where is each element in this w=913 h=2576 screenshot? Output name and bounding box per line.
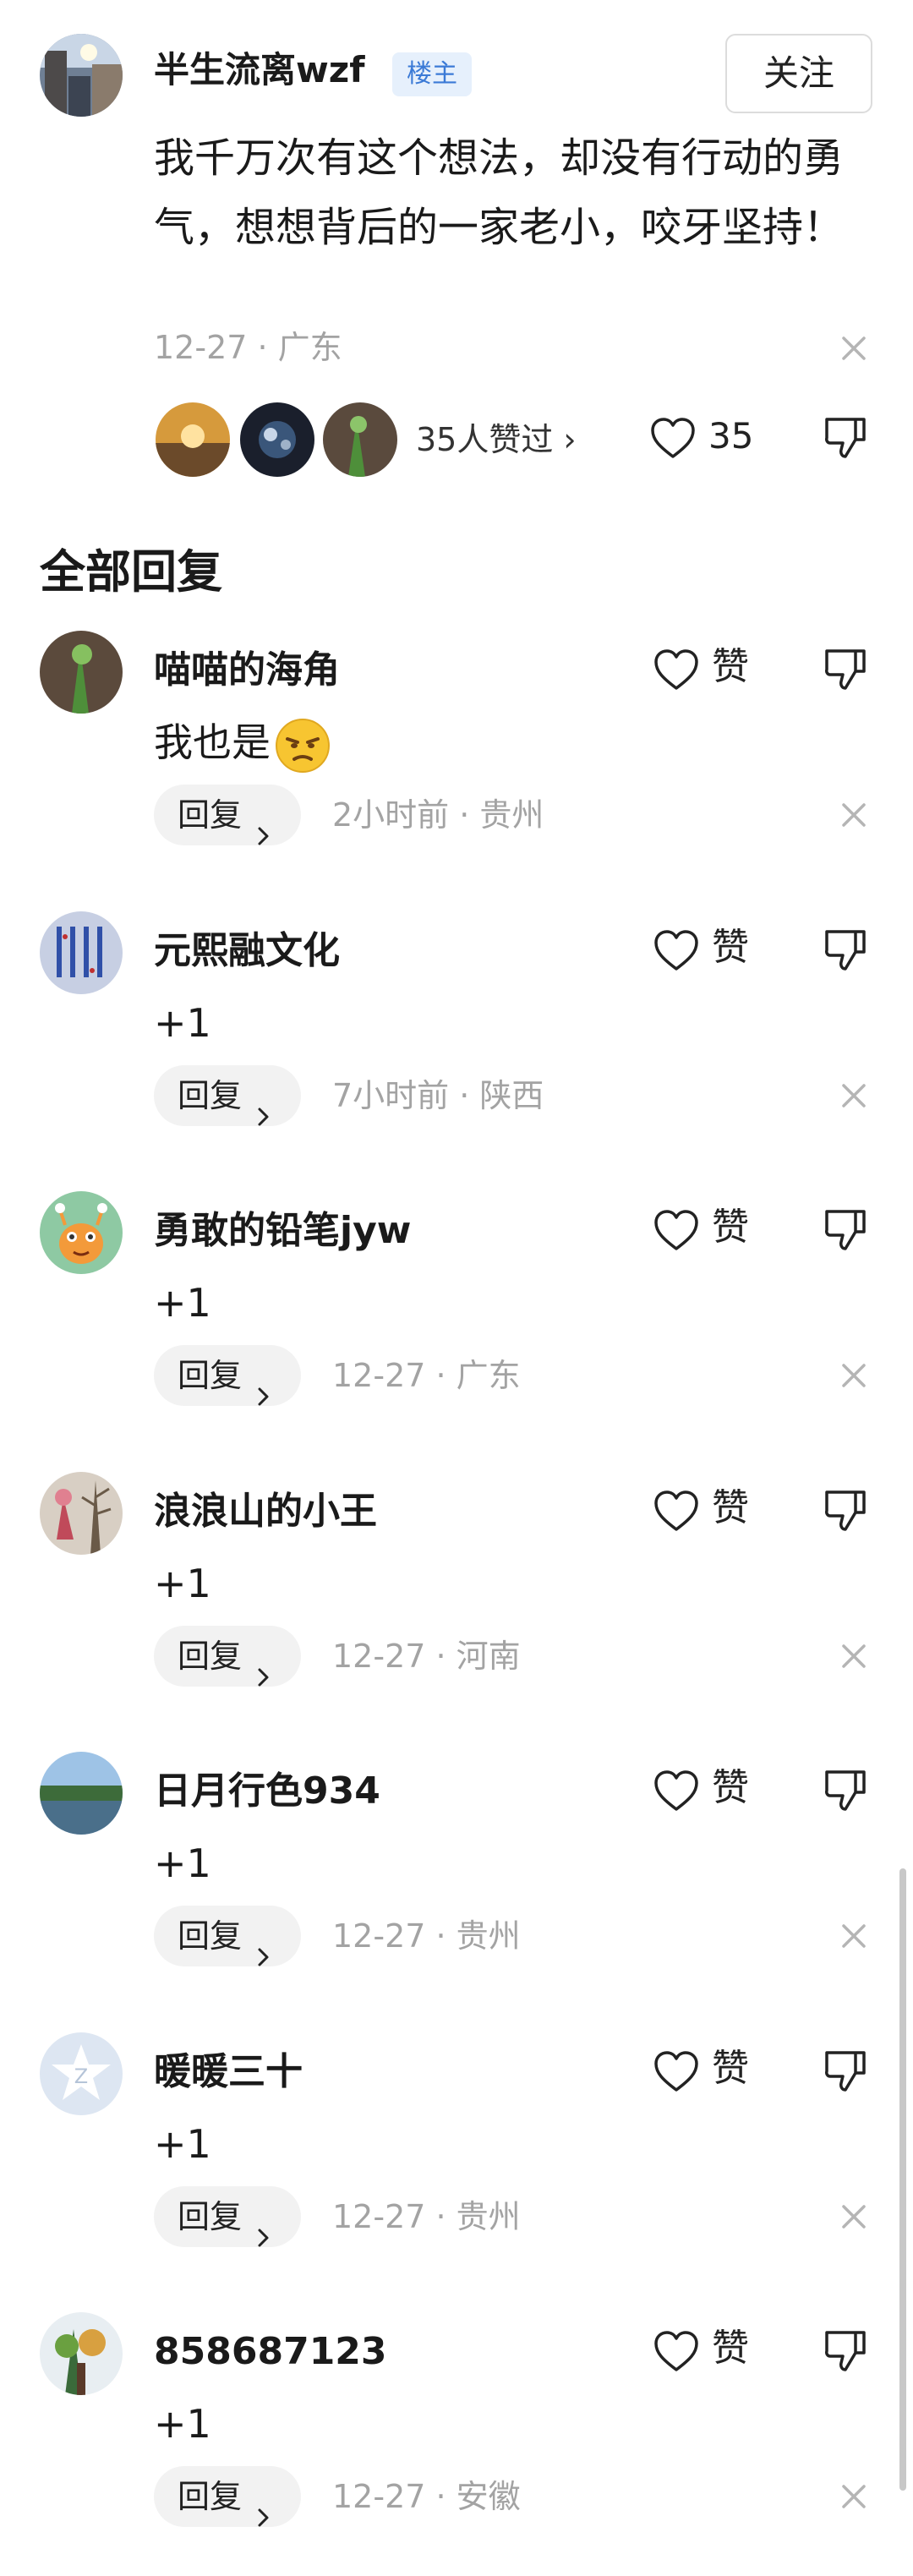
- op-badge: 楼主: [392, 52, 472, 96]
- reply-text: +1: [154, 1280, 211, 1326]
- reply-meta: 12-27 · 安徽: [332, 2478, 521, 2515]
- reply-item: Z 暖暖三十 赞 +1 回复 12-27 · 贵州: [0, 2032, 913, 2296]
- reply-avatar[interactable]: Z: [40, 2032, 123, 2115]
- reply-author-name[interactable]: 元熙融文化: [154, 927, 340, 976]
- reply-meta: 12-27 · 广东: [332, 1357, 521, 1394]
- chevron-right-icon: [257, 2486, 271, 2527]
- reply-author-name[interactable]: 喵喵的海角: [154, 646, 340, 695]
- reply-button[interactable]: 回复: [154, 785, 301, 845]
- reply-meta: 12-27 · 贵州: [332, 2198, 521, 2235]
- heart-icon[interactable]: [649, 416, 697, 460]
- reply-meta: 7小时前 · 陕西: [332, 1077, 544, 1114]
- reply-item: 喵喵的海角 赞我也是回复 2小时前 · 贵州: [0, 631, 913, 894]
- reply-button[interactable]: 回复: [154, 1065, 301, 1126]
- liker-avatar: [321, 401, 399, 479]
- thumbs-down-icon[interactable]: [822, 414, 869, 462]
- reply-text: +1: [154, 1000, 211, 1046]
- reply-author-name[interactable]: 暖暖三十: [154, 2048, 303, 2097]
- heart-icon[interactable]: [653, 1489, 700, 1533]
- reply-text: +1: [154, 1840, 211, 1886]
- reply-author-name[interactable]: 日月行色934: [154, 1767, 380, 1816]
- chevron-right-icon: [257, 1086, 271, 1126]
- reply-author-name[interactable]: 858687123: [154, 2327, 387, 2376]
- thumbs-down-icon[interactable]: [822, 2327, 869, 2375]
- reply-meta: 12-27 · 河南: [332, 1638, 521, 1675]
- heart-icon[interactable]: [653, 1769, 700, 1813]
- reply-item: 日月行色934 赞 +1 回复 12-27 · 贵州: [0, 1752, 913, 2015]
- close-icon[interactable]: [839, 1921, 869, 1951]
- reply-avatar[interactable]: [40, 1191, 123, 1274]
- reply-item: 勇敢的铅笔jyw 赞 +1 回复 12-27 · 广东: [0, 1191, 913, 1455]
- reply-avatar[interactable]: [40, 911, 123, 994]
- reply-meta: 2小时前 · 贵州: [332, 796, 544, 834]
- reply-text: 我也是: [154, 715, 331, 774]
- reply-author-name[interactable]: 浪浪山的小王: [154, 1487, 377, 1536]
- reply-meta: 12-27 · 贵州: [332, 1917, 521, 1955]
- post-text: 我千万次有这个想法，却没有行动的勇气，想想背后的一家老小，咬牙坚持！: [154, 134, 845, 251]
- like-label[interactable]: 赞: [712, 923, 749, 972]
- close-icon[interactable]: [839, 800, 869, 830]
- reply-author-name[interactable]: 勇敢的铅笔jyw: [154, 1206, 411, 1255]
- like-count: 35: [708, 415, 754, 457]
- all-replies-title: 全部回复: [40, 545, 222, 599]
- likers-avatars[interactable]: [154, 401, 399, 479]
- heart-icon[interactable]: [653, 2049, 700, 2093]
- chevron-right-icon: [257, 805, 271, 845]
- thumbs-down-icon[interactable]: [822, 927, 869, 974]
- close-icon[interactable]: [839, 1080, 869, 1111]
- reply-button[interactable]: 回复: [154, 2186, 301, 2247]
- thumbs-down-icon[interactable]: [822, 1206, 869, 1254]
- like-label[interactable]: 赞: [712, 1203, 749, 1252]
- reply-button[interactable]: 回复: [154, 1906, 301, 1966]
- like-label[interactable]: 赞: [712, 1484, 749, 1533]
- chevron-right-icon: [257, 1926, 271, 1966]
- reply-avatar[interactable]: [40, 1752, 123, 1835]
- reply-avatar[interactable]: [40, 631, 123, 714]
- post-author-name[interactable]: 半生流离wzf: [154, 46, 365, 94]
- close-icon[interactable]: [839, 1641, 869, 1671]
- liker-avatar: [238, 401, 316, 479]
- close-icon[interactable]: [839, 1360, 869, 1391]
- chevron-right-icon: [257, 2207, 271, 2247]
- post-author-avatar[interactable]: [40, 34, 123, 117]
- thumbs-down-icon[interactable]: [822, 1487, 869, 1534]
- reply-item: 浪浪山的小王 赞 +1 回复 12-27 · 河南: [0, 1472, 913, 1736]
- reply-avatar[interactable]: [40, 2312, 123, 2395]
- reply-avatar[interactable]: [40, 1472, 123, 1555]
- reply-button[interactable]: 回复: [154, 1345, 301, 1406]
- close-icon[interactable]: [837, 331, 871, 365]
- like-label[interactable]: 赞: [712, 2044, 749, 2093]
- reply-button[interactable]: 回复: [154, 1626, 301, 1687]
- reply-text: +1: [154, 1561, 211, 1606]
- post-meta: 12-27 · 广东: [154, 329, 342, 366]
- like-label[interactable]: 赞: [712, 643, 749, 692]
- liker-avatar: [154, 401, 232, 479]
- thumbs-down-icon[interactable]: [822, 2048, 869, 2095]
- heart-icon[interactable]: [653, 928, 700, 972]
- annoyed-face-emoji-icon: [274, 717, 331, 774]
- follow-button[interactable]: 关注: [725, 34, 872, 113]
- like-label[interactable]: 赞: [712, 2324, 749, 2373]
- close-icon[interactable]: [839, 2201, 869, 2232]
- reply-item: 858687123 赞 +1 回复 12-27 · 安徽: [0, 2312, 913, 2576]
- scrollbar[interactable]: [899, 1868, 906, 2491]
- like-label[interactable]: 赞: [712, 1764, 749, 1813]
- heart-icon[interactable]: [653, 648, 700, 692]
- reply-text: +1: [154, 2121, 211, 2167]
- thumbs-down-icon[interactable]: [822, 646, 869, 693]
- chevron-right-icon: [257, 1646, 271, 1687]
- reply-item: 元熙融文化 赞 +1 回复 7小时前 · 陕西: [0, 911, 913, 1175]
- thumbs-down-icon[interactable]: [822, 1767, 869, 1814]
- heart-icon[interactable]: [653, 1208, 700, 1252]
- reply-button[interactable]: 回复: [154, 2466, 301, 2527]
- heart-icon[interactable]: [653, 2329, 700, 2373]
- chevron-right-icon: [257, 1365, 271, 1406]
- svg-text:Z: Z: [74, 2065, 88, 2088]
- close-icon[interactable]: [839, 2481, 869, 2512]
- reply-text: +1: [154, 2401, 211, 2447]
- likers-count-link[interactable]: 35人赞过 ›: [416, 418, 577, 461]
